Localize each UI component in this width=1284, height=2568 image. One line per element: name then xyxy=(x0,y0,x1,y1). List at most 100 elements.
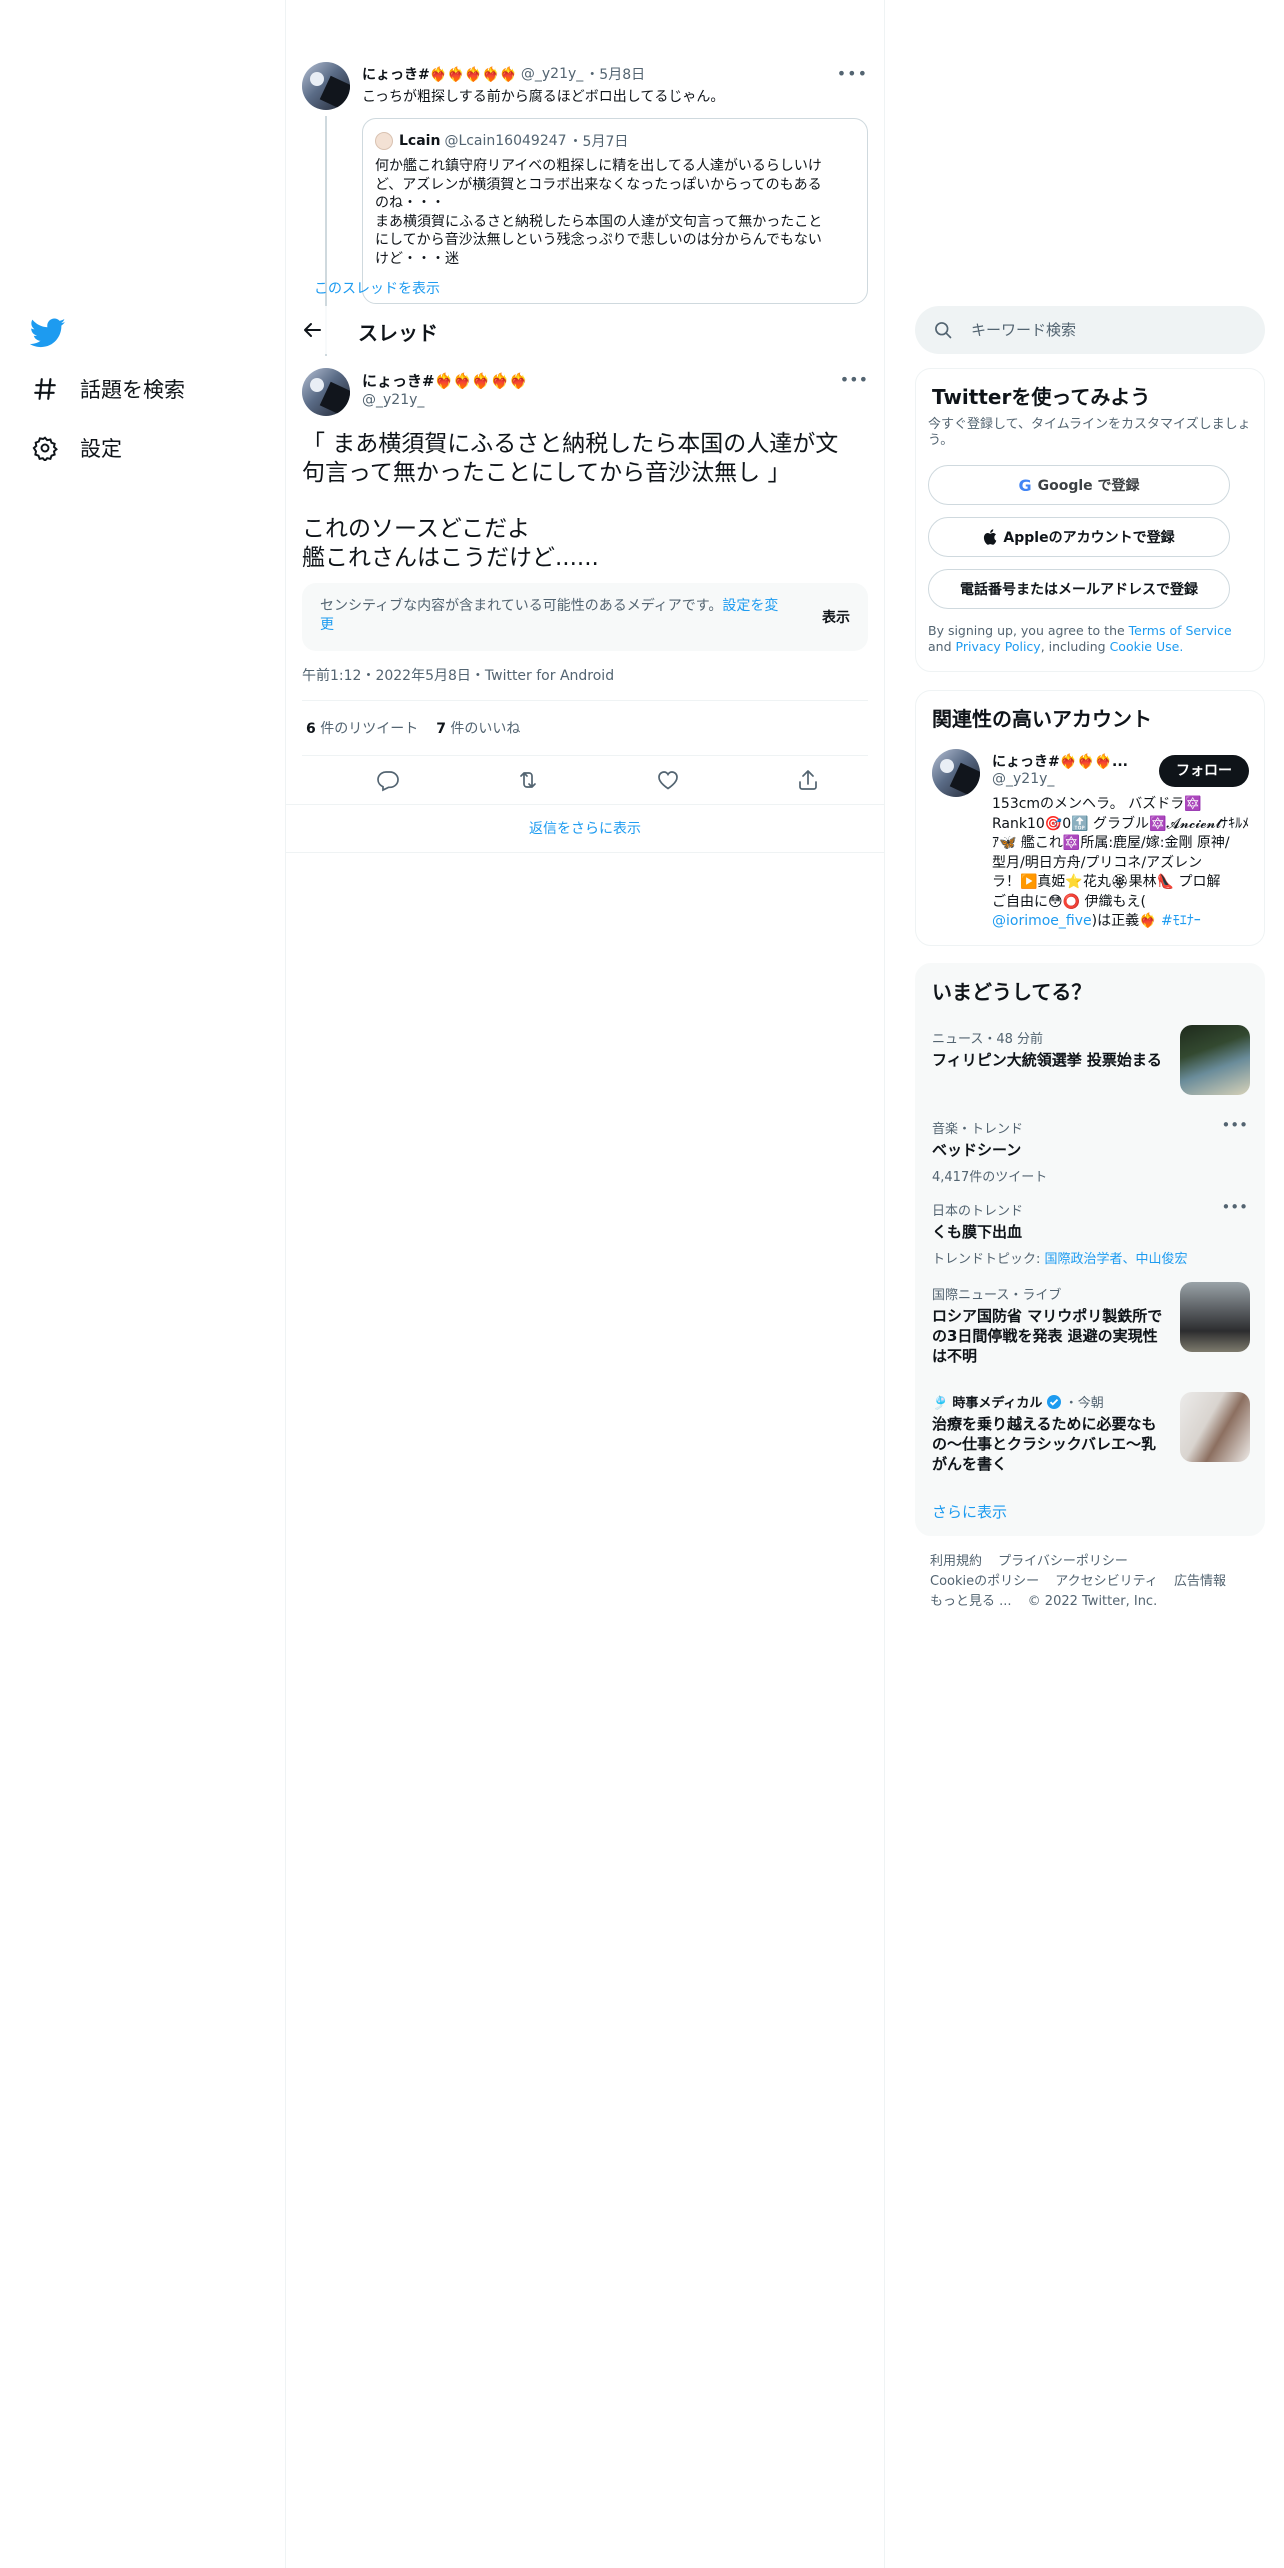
like-heart-icon[interactable] xyxy=(656,768,680,792)
twitter-logo-icon[interactable] xyxy=(30,315,66,351)
related-account-bio: 153cmのメンヘラ。 バズドラ🔯 Rank10🎯0🔝 グラブル🔯𝓐𝓷𝓬𝓲𝓮𝓷𝓽… xyxy=(992,795,1254,932)
trend-title: フィリピン大統領選挙 投票始まる xyxy=(932,1051,1162,1069)
tweet-date[interactable]: ・5月8日 xyxy=(585,64,645,84)
share-icon[interactable] xyxy=(796,768,820,792)
tweet-text-line: 「 まあ横須賀にふるさと納税したら本国の人達が文 xyxy=(302,431,839,457)
bio-mention-link[interactable]: @iorimoe_five xyxy=(992,913,1092,929)
terms-and: and xyxy=(928,639,952,654)
footer-link[interactable]: 利用規約 xyxy=(930,1554,982,1569)
quote-line: けど・・・迷 xyxy=(375,250,459,267)
google-icon: G xyxy=(1018,475,1032,495)
quoted-tweet[interactable]: Lcain @Lcain16049247 ・5月7日 何か艦これ鎮守府リアイベの… xyxy=(362,118,868,304)
retweets-label: 件のリツイート xyxy=(320,721,419,737)
trend-title-line: 治療を乗り越えるために必要なも xyxy=(932,1415,1157,1433)
footer-link[interactable]: アクセシビリティ xyxy=(1055,1574,1158,1589)
trend-thumbnail xyxy=(1180,1392,1250,1462)
search-bar[interactable] xyxy=(915,306,1265,354)
author-name[interactable]: にょっき#❤️‍🔥❤️‍🔥❤️‍🔥❤️‍🔥❤️‍🔥 xyxy=(362,64,517,84)
author-handle[interactable]: @_y21y_ xyxy=(362,392,424,408)
tweet-timestamp[interactable]: 午前1:12・2022年5月8日・Twitter for Android xyxy=(302,665,614,685)
quote-author-handle: @Lcain16049247 xyxy=(444,133,567,149)
nav-settings[interactable]: 設定 xyxy=(30,426,122,470)
privacy-policy-link[interactable]: Privacy Policy xyxy=(956,639,1041,654)
nav-explore[interactable]: 話題を検索 xyxy=(30,367,185,411)
related-account-handle[interactable]: @_y21y_ xyxy=(992,771,1054,787)
apple-signup-button[interactable]: Appleのアカウントで登録 xyxy=(928,517,1230,557)
retweets-stat[interactable]: 6 件のリツイート xyxy=(306,718,418,738)
trend-title-line: の3日間停戦を発表 退避の実現性 xyxy=(932,1327,1158,1345)
main-column: にょっき#❤️‍🔥❤️‍🔥❤️‍🔥❤️‍🔥❤️‍🔥 @_y21y_ ・5月8日 … xyxy=(286,0,884,2568)
apple-signup-label: Appleのアカウントで登録 xyxy=(1003,530,1175,546)
terms-of-service-link[interactable]: Terms of Service xyxy=(1129,623,1232,638)
retweet-icon[interactable] xyxy=(516,768,540,792)
tweet-text-line: 艦これさんはこうだけど...... xyxy=(302,544,599,571)
author-name[interactable]: にょっき#❤️‍🔥❤️‍🔥❤️‍🔥❤️‍🔥❤️‍🔥 xyxy=(362,370,528,391)
back-arrow-icon[interactable] xyxy=(300,318,324,342)
footer-link[interactable]: プライバシーポリシー xyxy=(998,1554,1128,1569)
show-media-button[interactable]: 表示 xyxy=(822,607,850,627)
tweet-text: 「 まあ横須賀にふるさと納税したら本国の人達が文 句言って無かったことにしてから… xyxy=(302,430,868,572)
quote-avatar xyxy=(375,132,393,150)
trend-title: くも膜下出血 xyxy=(932,1223,1023,1241)
sensitive-media-warning: センシティブな内容が含まれている可能性のあるメディアです。設定を変更 表示 xyxy=(302,583,868,651)
phone-email-signup-label: 電話番号またはメールアドレスで登録 xyxy=(960,582,1198,598)
sensitive-text: センシティブな内容が含まれている可能性のあるメディアです。設定を変更 xyxy=(320,597,780,635)
trend-title: ロシア国防省 マリウポリ製鉄所で の3日間停戦を発表 退避の実現性 は不明 xyxy=(932,1306,1168,1366)
divider xyxy=(302,700,868,701)
avatar[interactable] xyxy=(302,62,350,110)
more-options-icon[interactable]: ••• xyxy=(1221,1198,1248,1216)
nav-explore-label: 話題を検索 xyxy=(80,378,185,402)
bio-line: 153cmのメンヘラ。 バズドラ🔯 xyxy=(992,796,1202,812)
trend-item[interactable]: 日本のトレンド くも膜下出血 トレンドトピック: 国際政治学者、中山俊宏 xyxy=(932,1200,1252,1267)
footer-link[interactable]: Cookieのポリシー xyxy=(930,1574,1039,1589)
follow-button[interactable]: フォロー xyxy=(1159,755,1249,787)
trends-panel: いまどうしてる？ ニュース・48 分前 フィリピン大統領選挙 投票始まる 音楽・… xyxy=(915,963,1265,1536)
trend-item[interactable]: 音楽・トレンド ベッドシーン 4,417件のツイート xyxy=(932,1118,1252,1185)
more-options-icon[interactable]: ••• xyxy=(1221,1116,1248,1134)
author-handle[interactable]: @_y21y_ xyxy=(521,66,583,82)
trend-tweet-count: 4,417件のツイート xyxy=(932,1170,1048,1185)
quote-date: ・5月7日 xyxy=(568,134,629,150)
quote-line: にしてから音沙汰無しという残念っぷりで悲しいのは分からんでもない xyxy=(375,232,822,248)
trend-thumbnail xyxy=(1180,1025,1250,1095)
trend-title-line: ロシア国防省 マリウポリ製鉄所で xyxy=(932,1307,1163,1325)
related-account-name[interactable]: にょっき#❤️‍🔥❤️‍🔥❤️‍🔥... xyxy=(992,751,1142,771)
copyright: © 2022 Twitter, Inc. xyxy=(1027,1594,1158,1609)
footer-link[interactable]: 広告情報 xyxy=(1174,1574,1226,1589)
show-more-trends-link[interactable]: さらに表示 xyxy=(932,1501,1007,1522)
signup-subtitle: 今すぐ登録して、タイムラインをカスタマイズしましょう。 xyxy=(928,417,1251,448)
quote-line: ど、アズレンが横須賀とコラボ出来なくなったっぽいからってのもある xyxy=(375,176,822,193)
show-more-replies-link[interactable]: 返信をさらに表示 xyxy=(286,805,884,853)
trends-title: いまどうしてる？ xyxy=(932,980,1092,1004)
cookie-use-link[interactable]: Cookie Use. xyxy=(1110,639,1184,654)
divider-right xyxy=(884,0,885,2568)
bio-text: )は正義❤️‍🔥 xyxy=(1091,913,1157,929)
phone-email-signup-button[interactable]: 電話番号またはメールアドレスで登録 xyxy=(928,569,1230,609)
signup-panel: Twitterを使ってみよう 今すぐ登録して、タイムラインをカスタマイズしましょ… xyxy=(915,368,1265,672)
more-options-icon[interactable]: ••• xyxy=(837,64,868,83)
terms-including: , including xyxy=(1040,639,1106,654)
bio-line: Rank10🎯0🔝 グラブル🔯𝓐𝓷𝓬𝓲𝓮𝓷𝓽ﾅｷﾙﾒ xyxy=(992,815,1250,832)
tweet-text-line: これのソースどこだよ xyxy=(302,516,531,542)
tweet-text: こっちが粗探しする前から腐るほどボロ出してるじゃん。 xyxy=(362,89,725,105)
sensitive-message: センシティブな内容が含まれている可能性のあるメディアです。 xyxy=(320,598,723,614)
quote-line: のね・・・ xyxy=(375,195,445,211)
search-input[interactable] xyxy=(971,306,1251,354)
page-title: スレッド xyxy=(358,321,438,345)
more-options-icon[interactable]: ••• xyxy=(840,370,868,389)
trend-topic-link[interactable]: 国際政治学者、中山俊宏 xyxy=(1045,1252,1188,1267)
quote-author-name: Lcain xyxy=(399,133,441,149)
google-signup-button[interactable]: G Google で登録 xyxy=(928,465,1230,505)
avatar[interactable] xyxy=(932,749,980,797)
trend-topic-prefix: トレンドトピック: xyxy=(932,1252,1045,1267)
bio-line: ｱ🦋 艦これ🔯所属:鹿屋/嫁:金剛 原神/ xyxy=(992,835,1230,851)
source-time: ・今朝 xyxy=(1064,1396,1104,1411)
tweet-text-line xyxy=(302,487,868,515)
show-thread-link[interactable]: このスレッドを表示 xyxy=(314,278,440,298)
reply-icon[interactable] xyxy=(376,768,400,792)
avatar[interactable] xyxy=(302,368,350,416)
likes-stat[interactable]: 7 件のいいね xyxy=(436,718,520,738)
bio-hashtag-link[interactable]: #ﾓｴﾅｰ xyxy=(1161,913,1201,929)
tweet-header: にょっき#❤️‍🔥❤️‍🔥❤️‍🔥❤️‍🔥❤️‍🔥 @_y21y_ ・5月8日 xyxy=(362,64,645,84)
footer-more-link[interactable]: もっと見る ... xyxy=(930,1594,1012,1609)
